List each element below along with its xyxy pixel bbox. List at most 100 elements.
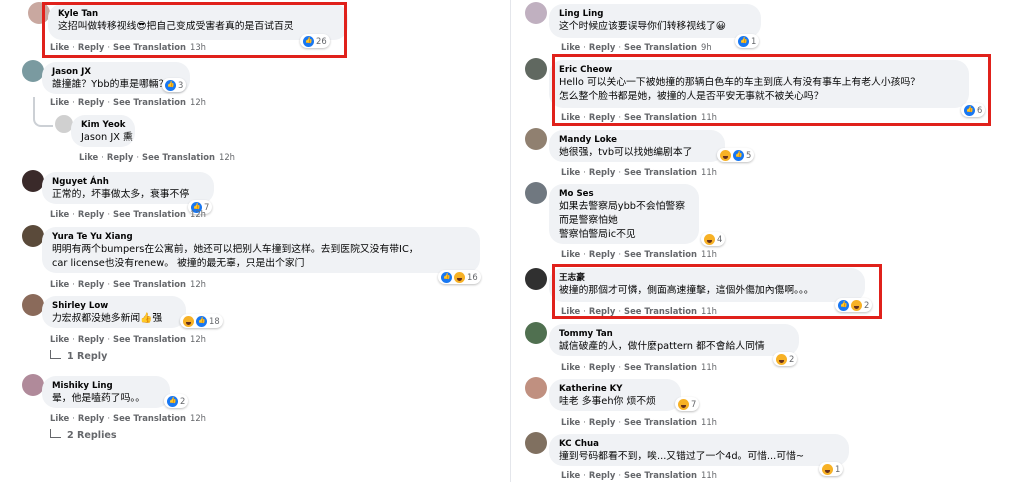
comment-time[interactable]: 12h bbox=[190, 97, 206, 107]
avatar[interactable] bbox=[525, 182, 547, 204]
reply-link[interactable]: Reply bbox=[589, 42, 615, 52]
avatar[interactable] bbox=[525, 58, 547, 80]
avatar[interactable] bbox=[22, 294, 44, 316]
like-link[interactable]: Like bbox=[561, 417, 580, 427]
like-link[interactable]: Like bbox=[561, 249, 580, 259]
see-translation-link[interactable]: See Translation bbox=[624, 249, 697, 259]
reaction-summary[interactable]: 1 bbox=[819, 462, 844, 476]
commenter-name[interactable]: Ling Ling bbox=[559, 9, 751, 20]
comment-text: 如果去警察局ybb不会怕警察 bbox=[559, 201, 686, 212]
see-translation-link[interactable]: See Translation bbox=[142, 152, 215, 162]
avatar[interactable] bbox=[525, 268, 547, 290]
reply-link[interactable]: Reply bbox=[78, 209, 104, 219]
see-translation-link[interactable]: See Translation bbox=[113, 209, 186, 219]
commenter-name[interactable]: Mishiky Ling bbox=[52, 381, 160, 392]
avatar[interactable] bbox=[22, 170, 44, 192]
see-translation-link[interactable]: See Translation bbox=[113, 97, 186, 107]
reaction-summary[interactable]: 2 bbox=[164, 394, 189, 408]
reply-link[interactable]: Reply bbox=[78, 97, 104, 107]
commenter-name[interactable]: Nguyet Ánh bbox=[52, 177, 204, 188]
comment-time[interactable]: 11h bbox=[701, 470, 717, 480]
comment-time[interactable]: 12h bbox=[190, 334, 206, 344]
like-link[interactable]: Like bbox=[50, 279, 69, 289]
comment-actions: Like · Reply · See Translation 12h bbox=[50, 334, 206, 344]
reaction-summary[interactable]: 5 bbox=[717, 148, 755, 162]
see-translation-link[interactable]: See Translation bbox=[624, 362, 697, 372]
reaction-summary[interactable]: 7 bbox=[675, 397, 700, 411]
like-link[interactable]: Like bbox=[50, 209, 69, 219]
comment-time[interactable]: 12h bbox=[190, 209, 206, 219]
comment-time[interactable]: 11h bbox=[701, 362, 717, 372]
comment-time[interactable]: 11h bbox=[701, 417, 717, 427]
see-translation-link[interactable]: See Translation bbox=[113, 413, 186, 423]
see-translation-link[interactable]: See Translation bbox=[624, 167, 697, 177]
replies-label[interactable]: 1 Reply bbox=[67, 351, 107, 362]
comment-time[interactable]: 11h bbox=[701, 249, 717, 259]
see-translation-link[interactable]: See Translation bbox=[113, 334, 186, 344]
reaction-summary[interactable]: 4 bbox=[701, 232, 726, 246]
like-link[interactable]: Like bbox=[79, 152, 98, 162]
avatar[interactable] bbox=[525, 128, 547, 150]
avatar[interactable] bbox=[22, 225, 44, 247]
reaction-summary[interactable]: 16 bbox=[438, 270, 481, 284]
comment-time[interactable]: 12h bbox=[190, 413, 206, 423]
commenter-name[interactable]: Shirley Low bbox=[52, 301, 176, 312]
reaction-summary[interactable]: 1 bbox=[735, 34, 760, 48]
comment-text: 她很强，tvb可以找她编剧本了 bbox=[559, 147, 693, 158]
reply-link[interactable]: Reply bbox=[107, 152, 133, 162]
commenter-name[interactable]: Mo Ses bbox=[559, 189, 689, 200]
reply-link[interactable]: Reply bbox=[78, 279, 104, 289]
reaction-summary[interactable]: 2 bbox=[773, 352, 798, 366]
highlight-box bbox=[42, 2, 347, 58]
comment-text: Jason JX 熏 bbox=[81, 132, 133, 143]
avatar[interactable] bbox=[525, 377, 547, 399]
reaction-count: 2 bbox=[789, 354, 795, 364]
comment-bubble: Katherine KY 哇老 多事eh你 烦不烦 bbox=[549, 379, 681, 411]
like-link[interactable]: Like bbox=[561, 362, 580, 372]
see-translation-link[interactable]: See Translation bbox=[624, 42, 697, 52]
reaction-summary[interactable]: 18 bbox=[180, 314, 223, 328]
commenter-name[interactable]: Tommy Tan bbox=[559, 329, 789, 340]
avatar[interactable] bbox=[22, 60, 44, 82]
reply-link[interactable]: Reply bbox=[589, 470, 615, 480]
comment-time[interactable]: 12h bbox=[219, 152, 235, 162]
reaction-count: 3 bbox=[178, 80, 184, 90]
haha-reaction-icon bbox=[720, 149, 731, 161]
reply-link[interactable]: Reply bbox=[589, 362, 615, 372]
view-replies-link[interactable]: 1 Reply bbox=[50, 350, 107, 362]
comment-text: 正常的，坏事做太多，衰事不停 bbox=[52, 189, 190, 200]
commenter-name[interactable]: Katherine KY bbox=[559, 384, 671, 395]
comment-actions: Like · Reply · See Translation 12h bbox=[50, 279, 206, 289]
see-translation-link[interactable]: See Translation bbox=[624, 470, 697, 480]
reply-link[interactable]: Reply bbox=[589, 249, 615, 259]
like-link[interactable]: Like bbox=[561, 470, 580, 480]
reply-link[interactable]: Reply bbox=[78, 334, 104, 344]
reply-link[interactable]: Reply bbox=[589, 167, 615, 177]
reaction-summary[interactable]: 3 bbox=[162, 78, 187, 92]
commenter-name[interactable]: Yura Te Yu Xiang bbox=[52, 232, 470, 243]
commenter-name[interactable]: KC Chua bbox=[559, 439, 839, 450]
comment-time[interactable]: 12h bbox=[190, 279, 206, 289]
reply-link[interactable]: Reply bbox=[589, 417, 615, 427]
comment-time[interactable]: 9h bbox=[701, 42, 712, 52]
view-replies-link[interactable]: 2 Replies bbox=[50, 429, 117, 441]
replies-label[interactable]: 2 Replies bbox=[67, 430, 117, 441]
commenter-name[interactable]: Jason JX bbox=[52, 67, 180, 78]
see-translation-link[interactable]: See Translation bbox=[113, 279, 186, 289]
comment-time[interactable]: 11h bbox=[701, 167, 717, 177]
comment-bubble: Mishiky Ling 晕，他是嗑药了吗。。 bbox=[42, 376, 170, 408]
haha-reaction-icon bbox=[822, 463, 833, 475]
like-link[interactable]: Like bbox=[50, 334, 69, 344]
commenter-name[interactable]: Mandy Loke bbox=[559, 135, 715, 146]
like-link[interactable]: Like bbox=[561, 42, 580, 52]
like-link[interactable]: Like bbox=[50, 413, 69, 423]
see-translation-link[interactable]: See Translation bbox=[624, 417, 697, 427]
commenter-name[interactable]: Kim Yeok bbox=[81, 120, 125, 131]
avatar[interactable] bbox=[525, 322, 547, 344]
haha-reaction-icon bbox=[183, 315, 194, 327]
avatar[interactable] bbox=[525, 2, 547, 24]
avatar[interactable] bbox=[22, 374, 44, 396]
reply-link[interactable]: Reply bbox=[78, 413, 104, 423]
avatar[interactable] bbox=[525, 432, 547, 454]
like-link[interactable]: Like bbox=[561, 167, 580, 177]
